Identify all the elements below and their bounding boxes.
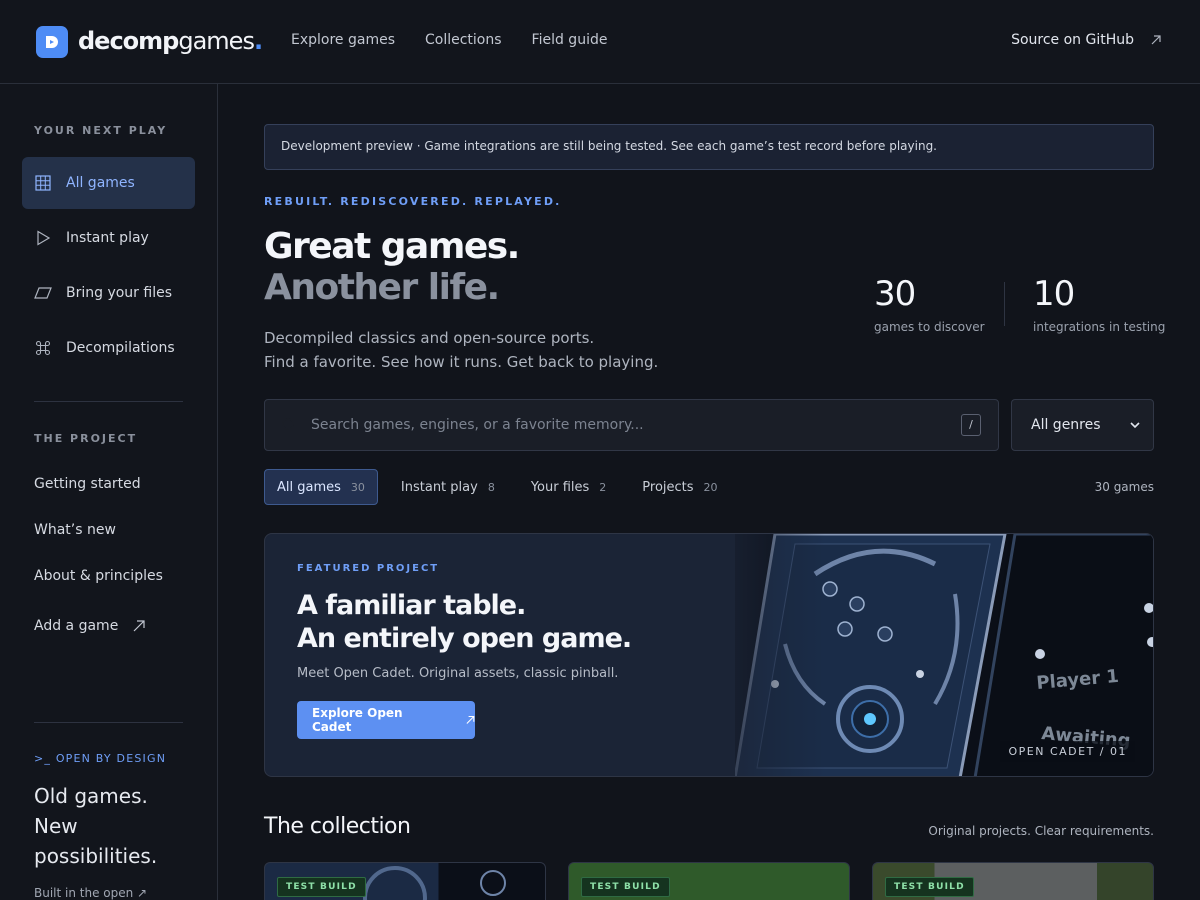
stat-value: 10 [1033, 274, 1075, 314]
tagline-line: New [34, 814, 78, 838]
tab-your-files[interactable]: Your files 2 [518, 469, 619, 505]
featured-title-line1: A familiar table. [297, 590, 526, 621]
tab-count: 8 [487, 480, 495, 494]
genre-select[interactable]: All genres [1011, 399, 1154, 451]
dev-preview-banner: Development preview · Game integrations … [264, 124, 1154, 170]
open-by-design-label: >_ OPEN BY DESIGN [34, 752, 167, 765]
lede-line1: Decompiled classics and open-source port… [264, 329, 595, 347]
search-placeholder: Search games, engines, or a favorite mem… [311, 417, 644, 433]
tab-label: Projects [642, 479, 694, 495]
featured-title-line2: An entirely open game. [297, 623, 632, 654]
stat-caption: games to discover [874, 320, 985, 334]
tab-all-games[interactable]: All games 30 [264, 469, 378, 505]
featured-tag: OPEN CADET / 01 [1000, 741, 1135, 762]
nav-collections[interactable]: Collections [425, 32, 502, 48]
sidebar-item-label: Decompilations [66, 340, 175, 356]
nav-field-guide[interactable]: Field guide [532, 32, 608, 48]
sidebar-item-label: Bring your files [66, 285, 173, 301]
external-arrow-icon [466, 716, 475, 724]
hero-title: Great games. Another life. [264, 226, 520, 308]
hero-eyebrow: REBUILT. REDISCOVERED. REPLAYED. [264, 195, 562, 208]
art-fade-overlay [705, 534, 825, 776]
game-card[interactable]: TEST BUILD [568, 862, 850, 900]
collection-subtitle: Original projects. Clear requirements. [928, 824, 1154, 838]
hero-lede: Decompiled classics and open-source port… [264, 326, 658, 374]
collection-title: The collection [264, 814, 411, 839]
tab-count: 20 [703, 480, 718, 494]
featured-eyebrow: FEATURED PROJECT [297, 563, 440, 574]
hero-title-line2: Another life. [264, 267, 500, 308]
games-count: 30 games [1094, 480, 1154, 494]
filter-tabs: All games 30 Instant play 8 Your files 2 Pr… [264, 469, 741, 505]
brand-dot: . [253, 27, 263, 55]
github-link[interactable]: Source on GitHub [1011, 32, 1162, 48]
chevron-down-icon [1130, 422, 1140, 429]
hero-title-line1: Great games. [264, 226, 520, 267]
test-build-badge: TEST BUILD [885, 877, 974, 897]
external-arrow-icon [1151, 35, 1161, 45]
brand-bold: decomp [78, 27, 179, 55]
genre-select-value: All genres [1031, 417, 1101, 433]
stat-integrations: 10 integrations in testing [1033, 274, 1165, 334]
sidebar-divider [34, 401, 183, 402]
add-game-label: Add a game [34, 618, 119, 634]
link-about-principles[interactable]: About & principles [34, 568, 163, 584]
top-header: decompgames. Explore games Collections F… [0, 0, 1200, 84]
built-in-open-link[interactable]: Built in the open ↗ [34, 886, 147, 900]
featured-title: A familiar table. An entirely open game. [297, 589, 632, 655]
tab-count: 2 [599, 480, 607, 494]
sidebar: YOUR NEXT PLAY All games Instant play Br… [0, 84, 218, 900]
sidebar-divider [34, 722, 183, 723]
nav-explore-games[interactable]: Explore games [291, 32, 395, 48]
sidebar-item-instant-play[interactable]: Instant play [22, 212, 195, 264]
tagline-line: possibilities. [34, 844, 158, 868]
stat-divider [1004, 282, 1005, 326]
file-icon [34, 284, 52, 302]
top-nav: Explore games Collections Field guide [291, 32, 607, 48]
brand-logo[interactable]: decompgames. [78, 27, 263, 55]
button-label: Explore Open Cadet [312, 706, 403, 734]
game-card[interactable]: TEST BUILD [872, 862, 1154, 900]
game-card[interactable]: TEST BUILD [264, 862, 546, 900]
stat-games: 30 games to discover [874, 274, 985, 334]
section-label-next-play: YOUR NEXT PLAY [34, 124, 168, 137]
sidebar-item-label: Instant play [66, 230, 149, 246]
sidebar-item-decompilations[interactable]: Decompilations [22, 322, 195, 374]
tab-count: 30 [350, 480, 365, 494]
link-add-game[interactable]: Add a game [34, 618, 146, 634]
open-by-design-tagline: Old games. New possibilities. [34, 781, 204, 871]
search-input[interactable]: Search games, engines, or a favorite mem… [264, 399, 999, 451]
sidebar-item-all-games[interactable]: All games [22, 157, 195, 209]
test-build-badge: TEST BUILD [277, 877, 366, 897]
lede-line2: Find a favorite. See how it runs. Get ba… [264, 353, 659, 371]
link-whats-new[interactable]: What’s new [34, 522, 116, 538]
tab-label: All games [277, 479, 341, 495]
tab-label: Your files [530, 479, 590, 495]
test-build-badge: TEST BUILD [581, 877, 670, 897]
section-label-project: THE PROJECT [34, 432, 138, 445]
stat-value: 30 [874, 274, 916, 314]
link-getting-started[interactable]: Getting started [34, 476, 141, 492]
play-icon [34, 229, 52, 247]
external-arrow-icon [133, 620, 145, 632]
stat-caption: integrations in testing [1033, 320, 1166, 334]
tagline-line: Old games. [34, 784, 148, 808]
sidebar-item-bring-files[interactable]: Bring your files [22, 267, 195, 319]
explore-open-cadet-button[interactable]: Explore Open Cadet [297, 701, 475, 739]
brand-light: games [178, 27, 255, 55]
featured-project-card[interactable]: Player 1 Awaiting FEATURED PROJECT A fam… [264, 533, 1154, 777]
sidebar-item-label: All games [66, 175, 135, 191]
tab-projects[interactable]: Projects 20 [629, 469, 730, 505]
search-shortcut-key: / [961, 414, 981, 436]
search-icon [281, 417, 297, 437]
github-label: Source on GitHub [1011, 32, 1134, 48]
tab-instant-play[interactable]: Instant play 8 [388, 469, 508, 505]
logo-icon[interactable] [36, 26, 68, 58]
grid-icon [34, 174, 52, 192]
featured-subtitle: Meet Open Cadet. Original assets, classi… [297, 666, 619, 681]
command-icon [34, 339, 52, 357]
tab-label: Instant play [400, 479, 478, 495]
